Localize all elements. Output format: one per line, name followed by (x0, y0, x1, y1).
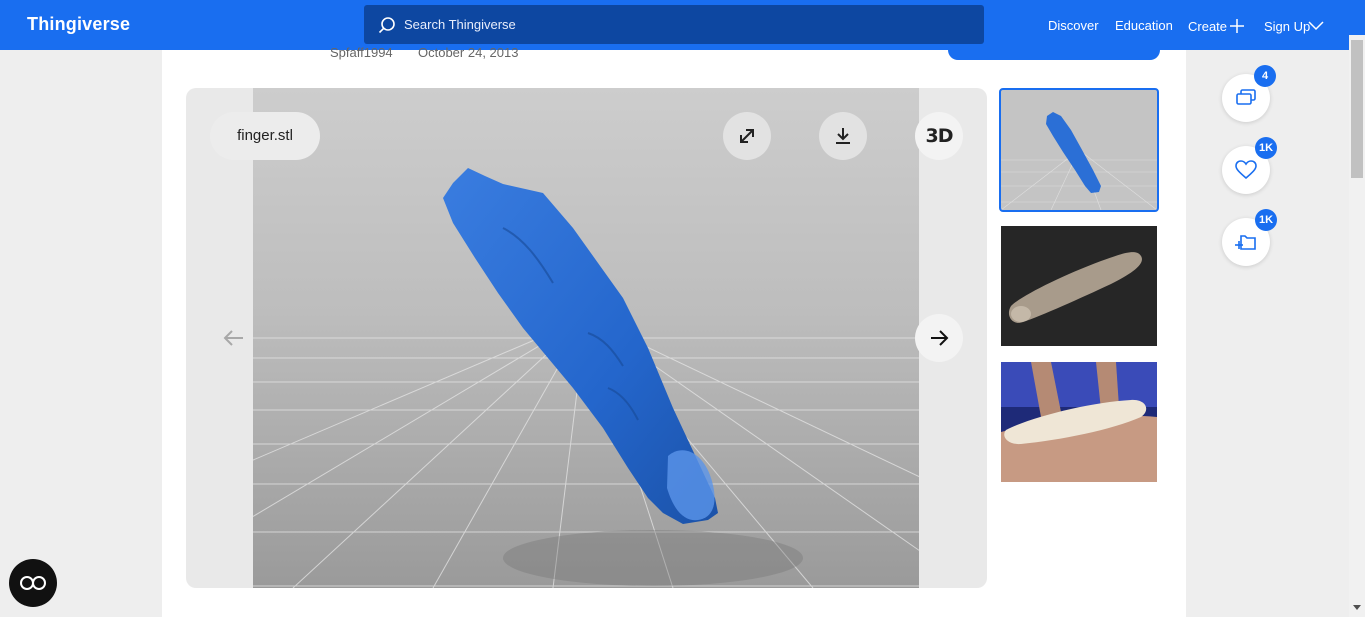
search-bar[interactable] (364, 5, 984, 44)
add-to-collection-icon (1235, 235, 1256, 250)
next-image-button[interactable] (915, 314, 963, 362)
file-name-label[interactable]: finger.stl (210, 112, 320, 160)
accessibility-button[interactable] (9, 559, 57, 607)
download-file-button[interactable] (819, 112, 867, 160)
model-viewer: finger.stl 3D (186, 88, 987, 588)
scrollbar-thumb[interactable] (1351, 40, 1363, 178)
thumbnail-2[interactable] (1001, 226, 1157, 346)
3d-icon: 3D (925, 125, 954, 147)
view-3d-button[interactable]: 3D (915, 112, 963, 160)
thumbnail-printed-photo (1001, 362, 1157, 482)
comments-count-badge: 4 (1254, 65, 1276, 87)
finger-model-image (253, 88, 919, 588)
thingiverse-logo[interactable]: Thingiverse (27, 14, 130, 35)
author-link[interactable]: Spfaff1994 (330, 45, 393, 60)
scroll-down-arrow-icon[interactable] (1353, 603, 1361, 611)
top-navigation-bar: Thingiverse Discover Education Create Si… (0, 0, 1365, 50)
page-scrollbar[interactable] (1349, 35, 1365, 617)
model-render[interactable] (253, 88, 919, 588)
thumbnail-3[interactable] (1001, 362, 1157, 482)
selected-thumbnail-border (999, 88, 1159, 212)
heart-icon (1235, 160, 1257, 180)
collections-count-badge: 1K (1255, 209, 1278, 231)
publish-date: October 24, 2013 (418, 45, 519, 60)
previous-arrow-icon[interactable] (223, 328, 245, 348)
plus-icon[interactable] (1229, 18, 1245, 34)
nav-discover[interactable]: Discover (1048, 18, 1099, 33)
download-all-button[interactable] (948, 50, 1160, 60)
next-arrow-icon (931, 330, 949, 346)
comments-icon (1236, 89, 1256, 105)
likes-count-badge: 1K (1255, 137, 1278, 159)
nav-create[interactable]: Create (1188, 19, 1227, 34)
expand-icon (740, 129, 754, 143)
search-icon (378, 17, 395, 34)
download-icon (836, 128, 850, 144)
chevron-down-icon[interactable] (1308, 19, 1324, 33)
thumbnail-gray-render (1001, 226, 1157, 346)
nav-sign-up[interactable]: Sign Up (1264, 19, 1310, 34)
nav-education[interactable]: Education (1115, 18, 1173, 33)
fullscreen-button[interactable] (723, 112, 771, 160)
accessibility-icon (20, 576, 46, 590)
search-input[interactable] (404, 5, 964, 44)
